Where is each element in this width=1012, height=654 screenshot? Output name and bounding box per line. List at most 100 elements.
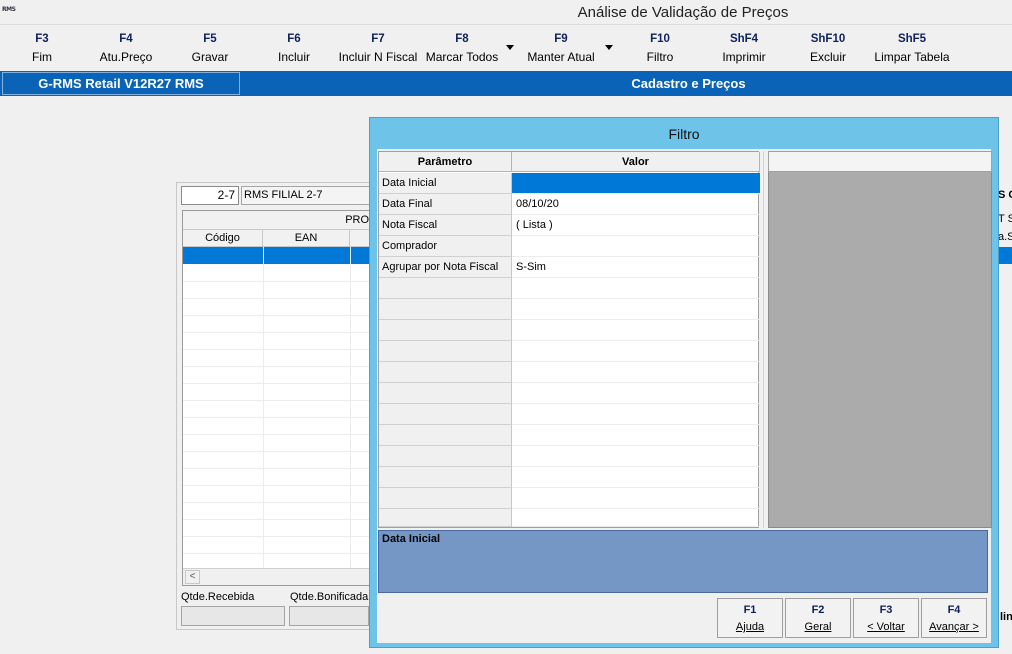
toolbar-button-manter-atual[interactable]: F9 Manter Atual bbox=[521, 28, 601, 70]
parameter-value-input[interactable] bbox=[512, 467, 760, 488]
button-label: Excluir bbox=[809, 50, 846, 64]
parameter-name bbox=[379, 278, 512, 299]
parameter-row[interactable] bbox=[379, 404, 760, 425]
products-grid[interactable]: PROD Código EAN < bbox=[182, 210, 377, 586]
parameter-name bbox=[379, 488, 512, 509]
parameter-value-input[interactable] bbox=[512, 383, 760, 404]
parameter-value-input[interactable] bbox=[512, 509, 760, 527]
parameter-name bbox=[379, 320, 512, 341]
column-header-ean[interactable]: EAN bbox=[263, 230, 350, 247]
toolbar-button-incluir[interactable]: F6 Incluir bbox=[264, 28, 324, 70]
toolbar-button-filtro[interactable]: F10 Filtro bbox=[630, 28, 690, 70]
parameter-row[interactable]: Nota Fiscal ( Lista ) bbox=[379, 215, 760, 236]
parameter-row[interactable] bbox=[379, 509, 760, 527]
parameter-row[interactable] bbox=[379, 467, 760, 488]
module-header-bar: G-RMS Retail V12R27 RMS Cadastro e Preço… bbox=[0, 71, 1012, 96]
parameter-value-input[interactable] bbox=[512, 278, 760, 299]
toolbar-button-incluir-n-fiscal[interactable]: F7 Incluir N Fiscal bbox=[336, 28, 420, 70]
grid-column-line bbox=[350, 247, 351, 569]
toolbar-button-fim[interactable]: F3 Fim bbox=[12, 28, 72, 70]
partial-label: T S bbox=[998, 213, 1012, 225]
horizontal-scrollbar[interactable]: < bbox=[183, 568, 377, 585]
toolbar-button-marcar-todos[interactable]: F8 Marcar Todos bbox=[422, 28, 502, 70]
back-button[interactable]: F3 < Voltar bbox=[853, 598, 919, 638]
button-label: Imprimir bbox=[722, 50, 766, 64]
parameter-name bbox=[379, 299, 512, 320]
selected-table-row[interactable] bbox=[183, 247, 377, 264]
parameter-name: Agrupar por Nota Fiscal bbox=[379, 257, 512, 278]
grid-row-line bbox=[183, 451, 377, 452]
parameter-row[interactable] bbox=[379, 446, 760, 467]
qty-received-label: Qtde.Recebida bbox=[181, 591, 255, 603]
toolbar-button-imprimir[interactable]: ShF4 Imprimir bbox=[713, 28, 775, 70]
parameter-row[interactable] bbox=[379, 362, 760, 383]
grid-row-line bbox=[183, 349, 377, 350]
grid-row-line bbox=[183, 434, 377, 435]
manter-atual-dropdown-arrow-icon[interactable] bbox=[605, 45, 613, 50]
parameter-value-input[interactable] bbox=[512, 362, 760, 383]
parameter-row[interactable] bbox=[379, 278, 760, 299]
parameter-row[interactable] bbox=[379, 341, 760, 362]
grid-row-line bbox=[183, 519, 377, 520]
parameter-value-input[interactable] bbox=[512, 236, 760, 257]
key-label: F10 bbox=[650, 33, 670, 45]
parameter-value-input[interactable] bbox=[512, 299, 760, 320]
grid-row-line bbox=[183, 417, 377, 418]
parameter-row[interactable]: Comprador bbox=[379, 236, 760, 257]
qty-bonus-label: Qtde.Bonificada bbox=[290, 591, 369, 603]
parameter-value-input[interactable] bbox=[512, 488, 760, 509]
parameter-value-input[interactable] bbox=[512, 446, 760, 467]
toolbar-button-excluir[interactable]: ShF10 Excluir bbox=[798, 28, 858, 70]
parameter-name bbox=[379, 509, 512, 527]
general-button[interactable]: F2 Geral bbox=[785, 598, 851, 638]
parameter-row[interactable] bbox=[379, 425, 760, 446]
parameter-value-input[interactable] bbox=[512, 425, 760, 446]
key-label: F4 bbox=[119, 33, 133, 45]
grid-row-line bbox=[183, 383, 377, 384]
column-header-codigo[interactable]: Código bbox=[183, 230, 263, 247]
branch-code-field[interactable]: 2-7 bbox=[181, 186, 239, 205]
parameter-row[interactable]: Data Final 08/10/20 bbox=[379, 194, 760, 215]
next-button[interactable]: F4 Avançar > bbox=[921, 598, 987, 638]
parameter-value-input[interactable] bbox=[512, 173, 760, 194]
toolbar-button-limpar-tabela[interactable]: ShF5 Limpar Tabela bbox=[870, 28, 954, 70]
dialog-body: Parâmetro Valor Data Inicial Data Final … bbox=[377, 149, 992, 643]
button-label: < Voltar bbox=[867, 621, 905, 633]
parameter-row[interactable] bbox=[379, 383, 760, 404]
column-header-parametro: Parâmetro bbox=[379, 152, 512, 172]
parameter-row[interactable]: Data Inicial bbox=[379, 173, 760, 194]
help-button[interactable]: F1 Ajuda bbox=[717, 598, 783, 638]
key-label: F1 bbox=[743, 604, 757, 616]
parameter-name bbox=[379, 446, 512, 467]
parameter-row[interactable] bbox=[379, 320, 760, 341]
title-bar: RMS Análise de Validação de Preços bbox=[0, 0, 1012, 25]
key-label: F3 bbox=[879, 604, 893, 616]
grid-row-line bbox=[183, 502, 377, 503]
parameter-table[interactable]: Parâmetro Valor Data Inicial Data Final … bbox=[378, 151, 760, 528]
parameter-row[interactable] bbox=[379, 488, 760, 509]
parameter-row[interactable]: Agrupar por Nota Fiscal S-Sim bbox=[379, 257, 760, 278]
value-list-area[interactable] bbox=[768, 172, 992, 528]
toolbar-button-atu-preco[interactable]: F4 Atu.Preço bbox=[91, 28, 161, 70]
key-label: F6 bbox=[287, 33, 301, 45]
key-label: F4 bbox=[947, 604, 961, 616]
parameter-value-input[interactable] bbox=[512, 341, 760, 362]
qty-bonus-field bbox=[289, 606, 369, 626]
grid-row-line bbox=[183, 332, 377, 333]
scroll-left-icon[interactable]: < bbox=[185, 570, 200, 584]
marcar-todos-dropdown-arrow-icon[interactable] bbox=[506, 45, 514, 50]
toolbar-button-gravar[interactable]: F5 Gravar bbox=[180, 28, 240, 70]
grid-row-line bbox=[183, 553, 377, 554]
key-label: F8 bbox=[455, 33, 469, 45]
parameter-value-input[interactable]: 08/10/20 bbox=[512, 194, 760, 215]
button-label: Incluir N Fiscal bbox=[338, 50, 418, 64]
window-title: Análise de Validação de Preços bbox=[577, 4, 789, 21]
key-label: F3 bbox=[35, 33, 49, 45]
parameter-value-input[interactable]: ( Lista ) bbox=[512, 215, 760, 236]
parameter-row[interactable] bbox=[379, 299, 760, 320]
parameter-value-input[interactable]: S-Sim bbox=[512, 257, 760, 278]
button-label: Ajuda bbox=[735, 621, 765, 633]
parameter-value-input[interactable] bbox=[512, 320, 760, 341]
button-label: Manter Atual bbox=[527, 50, 595, 64]
parameter-value-input[interactable] bbox=[512, 404, 760, 425]
